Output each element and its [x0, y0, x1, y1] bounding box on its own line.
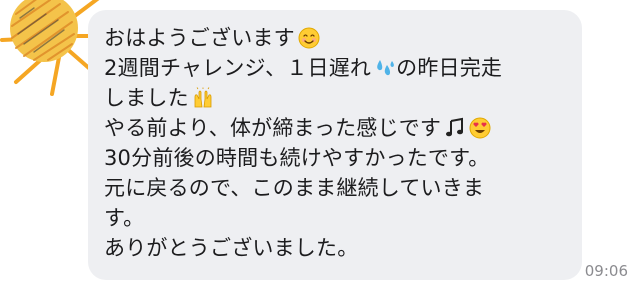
heart-eyes-icon: [469, 117, 491, 139]
message-text: やる前より、体が締まった感じです: [104, 116, 442, 140]
message-text: 30分前後の時間も続けやすかったです。: [104, 146, 490, 170]
message-bubble[interactable]: おはようございます 2週間チャレンジ、１日遅れ の昨日完走 しました やる前より…: [88, 10, 582, 280]
message-line: す。: [104, 203, 582, 233]
message-text: ありがとうございました。: [104, 236, 359, 260]
message-line: おはようございます: [104, 23, 582, 53]
message-line: やる前より、体が締まった感じです: [104, 113, 582, 143]
raising-hands-icon: [194, 87, 212, 108]
message-text: す。: [104, 206, 145, 230]
smiling-face-icon: [298, 27, 320, 49]
message-text: おはようございます: [104, 26, 295, 50]
message-line: 元に戻るので、このまま継続していきま: [104, 173, 582, 203]
message-line: ありがとうございました。: [104, 233, 582, 263]
music-note-icon: [446, 117, 464, 137]
message-line: しました: [104, 83, 582, 113]
sweat-droplets-icon: [377, 60, 395, 76]
message-line: 30分前後の時間も続けやすかったです。: [104, 143, 582, 173]
message-line: 2週間チャレンジ、１日遅れ の昨日完走: [104, 53, 582, 83]
message-text: しました: [104, 86, 189, 110]
message-text: 2週間チャレンジ、１日遅れ: [104, 56, 372, 80]
message-text-continued: の昨日完走: [396, 56, 503, 80]
message-timestamp: 09:06: [584, 262, 628, 280]
message-text: 元に戻るので、このまま継続していきま: [104, 176, 485, 200]
